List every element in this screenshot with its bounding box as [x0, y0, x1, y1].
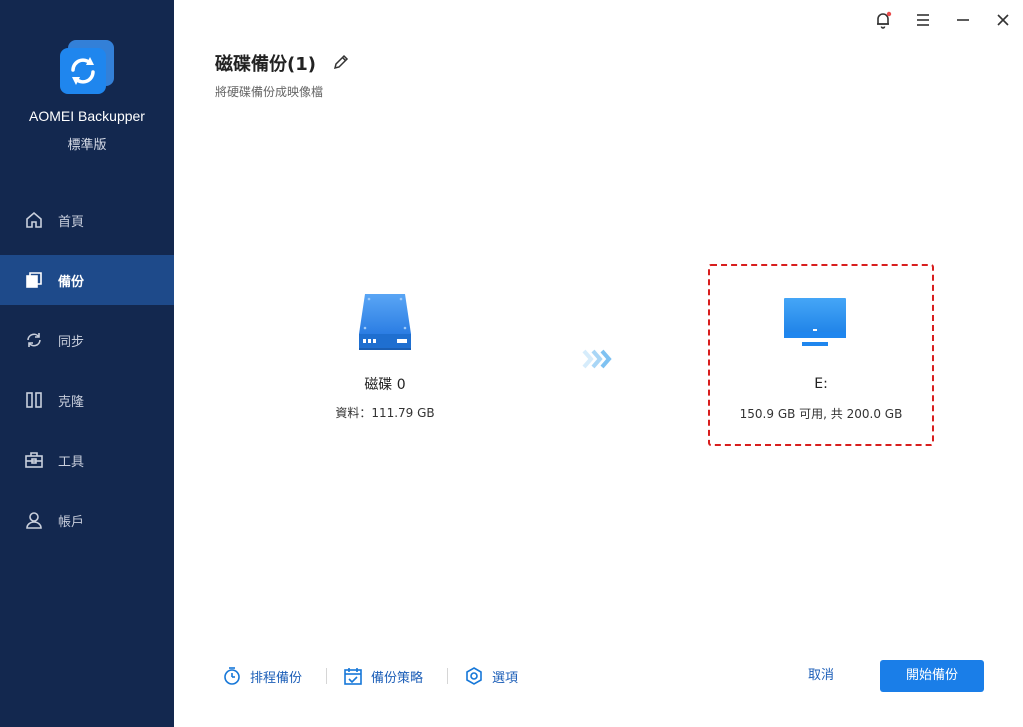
sidebar-item-tools[interactable]: 工具	[0, 435, 174, 485]
options-button[interactable]: 選項	[464, 664, 518, 688]
sidebar-item-account[interactable]: 帳戶	[0, 495, 174, 545]
notification-button[interactable]	[871, 8, 895, 32]
source-disk-size: 資料：111.79 GB	[335, 406, 435, 420]
app-name: AOMEI Backupper	[29, 108, 145, 124]
menu-button[interactable]	[911, 8, 935, 32]
clone-icon	[24, 390, 44, 410]
sidebar-item-label: 克隆	[58, 394, 85, 410]
start-backup-button[interactable]: 開始備份	[880, 660, 984, 692]
source-disk-name: 磁碟 0	[364, 377, 406, 393]
schedule-backup-label: 排程備份	[250, 670, 303, 686]
sidebar-item-home[interactable]: 首頁	[0, 195, 174, 245]
sidebar-item-clone[interactable]: 克隆	[0, 375, 174, 425]
minimize-icon	[957, 19, 969, 21]
home-icon	[24, 210, 44, 230]
close-button[interactable]	[991, 8, 1015, 32]
sidebar-item-sync[interactable]: 同步	[0, 315, 174, 365]
sidebar-item-label: 備份	[58, 274, 85, 290]
sidebar: AOMEI Backupper 標準版 首頁 備份 同步 克隆 工具 帳戶	[0, 0, 174, 727]
close-icon	[997, 14, 1009, 26]
sidebar-item-label: 帳戶	[58, 514, 85, 530]
app-branding: AOMEI Backupper 標準版	[0, 0, 174, 170]
timer-icon	[222, 666, 242, 686]
hard-disk-icon	[359, 294, 411, 350]
schedule-backup-button[interactable]: 排程備份	[222, 664, 302, 688]
sidebar-item-label: 首頁	[58, 214, 85, 230]
app-logo-icon	[60, 40, 114, 94]
backup-scheme-label: 備份策略	[371, 670, 424, 686]
menu-icon	[917, 14, 929, 26]
sidebar-item-backup[interactable]: 備份	[0, 255, 174, 305]
backup-scheme-button[interactable]: 備份策略	[343, 664, 423, 688]
destination-card[interactable]: E: 150.9 GB 可用, 共 200.0 GB	[708, 264, 934, 446]
tools-icon	[24, 450, 44, 470]
divider	[326, 668, 327, 684]
destination-name: E:	[814, 376, 828, 392]
divider	[447, 668, 448, 684]
sidebar-item-label: 同步	[58, 334, 85, 350]
options-label: 選項	[492, 670, 519, 686]
minimize-button[interactable]	[951, 8, 975, 32]
chevrons-right-icon	[582, 349, 612, 369]
page-title: 磁碟備份(1)	[215, 54, 316, 75]
sync-icon	[24, 330, 44, 350]
edit-icon[interactable]	[332, 53, 350, 71]
options-hexagon-icon	[464, 666, 484, 686]
backup-icon	[24, 270, 44, 290]
monitor-icon	[784, 298, 846, 346]
bell-icon	[877, 11, 892, 29]
app-edition: 標準版	[67, 138, 107, 153]
source-disk-card[interactable]: 磁碟 0 資料：111.79 GB	[300, 280, 470, 440]
calendar-check-icon	[343, 666, 363, 686]
account-icon	[24, 510, 44, 530]
sidebar-item-label: 工具	[58, 454, 85, 470]
cancel-button[interactable]: 取消	[790, 661, 852, 691]
destination-space: 150.9 GB 可用, 共 200.0 GB	[739, 407, 903, 421]
page-subtitle: 將硬碟備份成映像檔	[215, 85, 324, 99]
